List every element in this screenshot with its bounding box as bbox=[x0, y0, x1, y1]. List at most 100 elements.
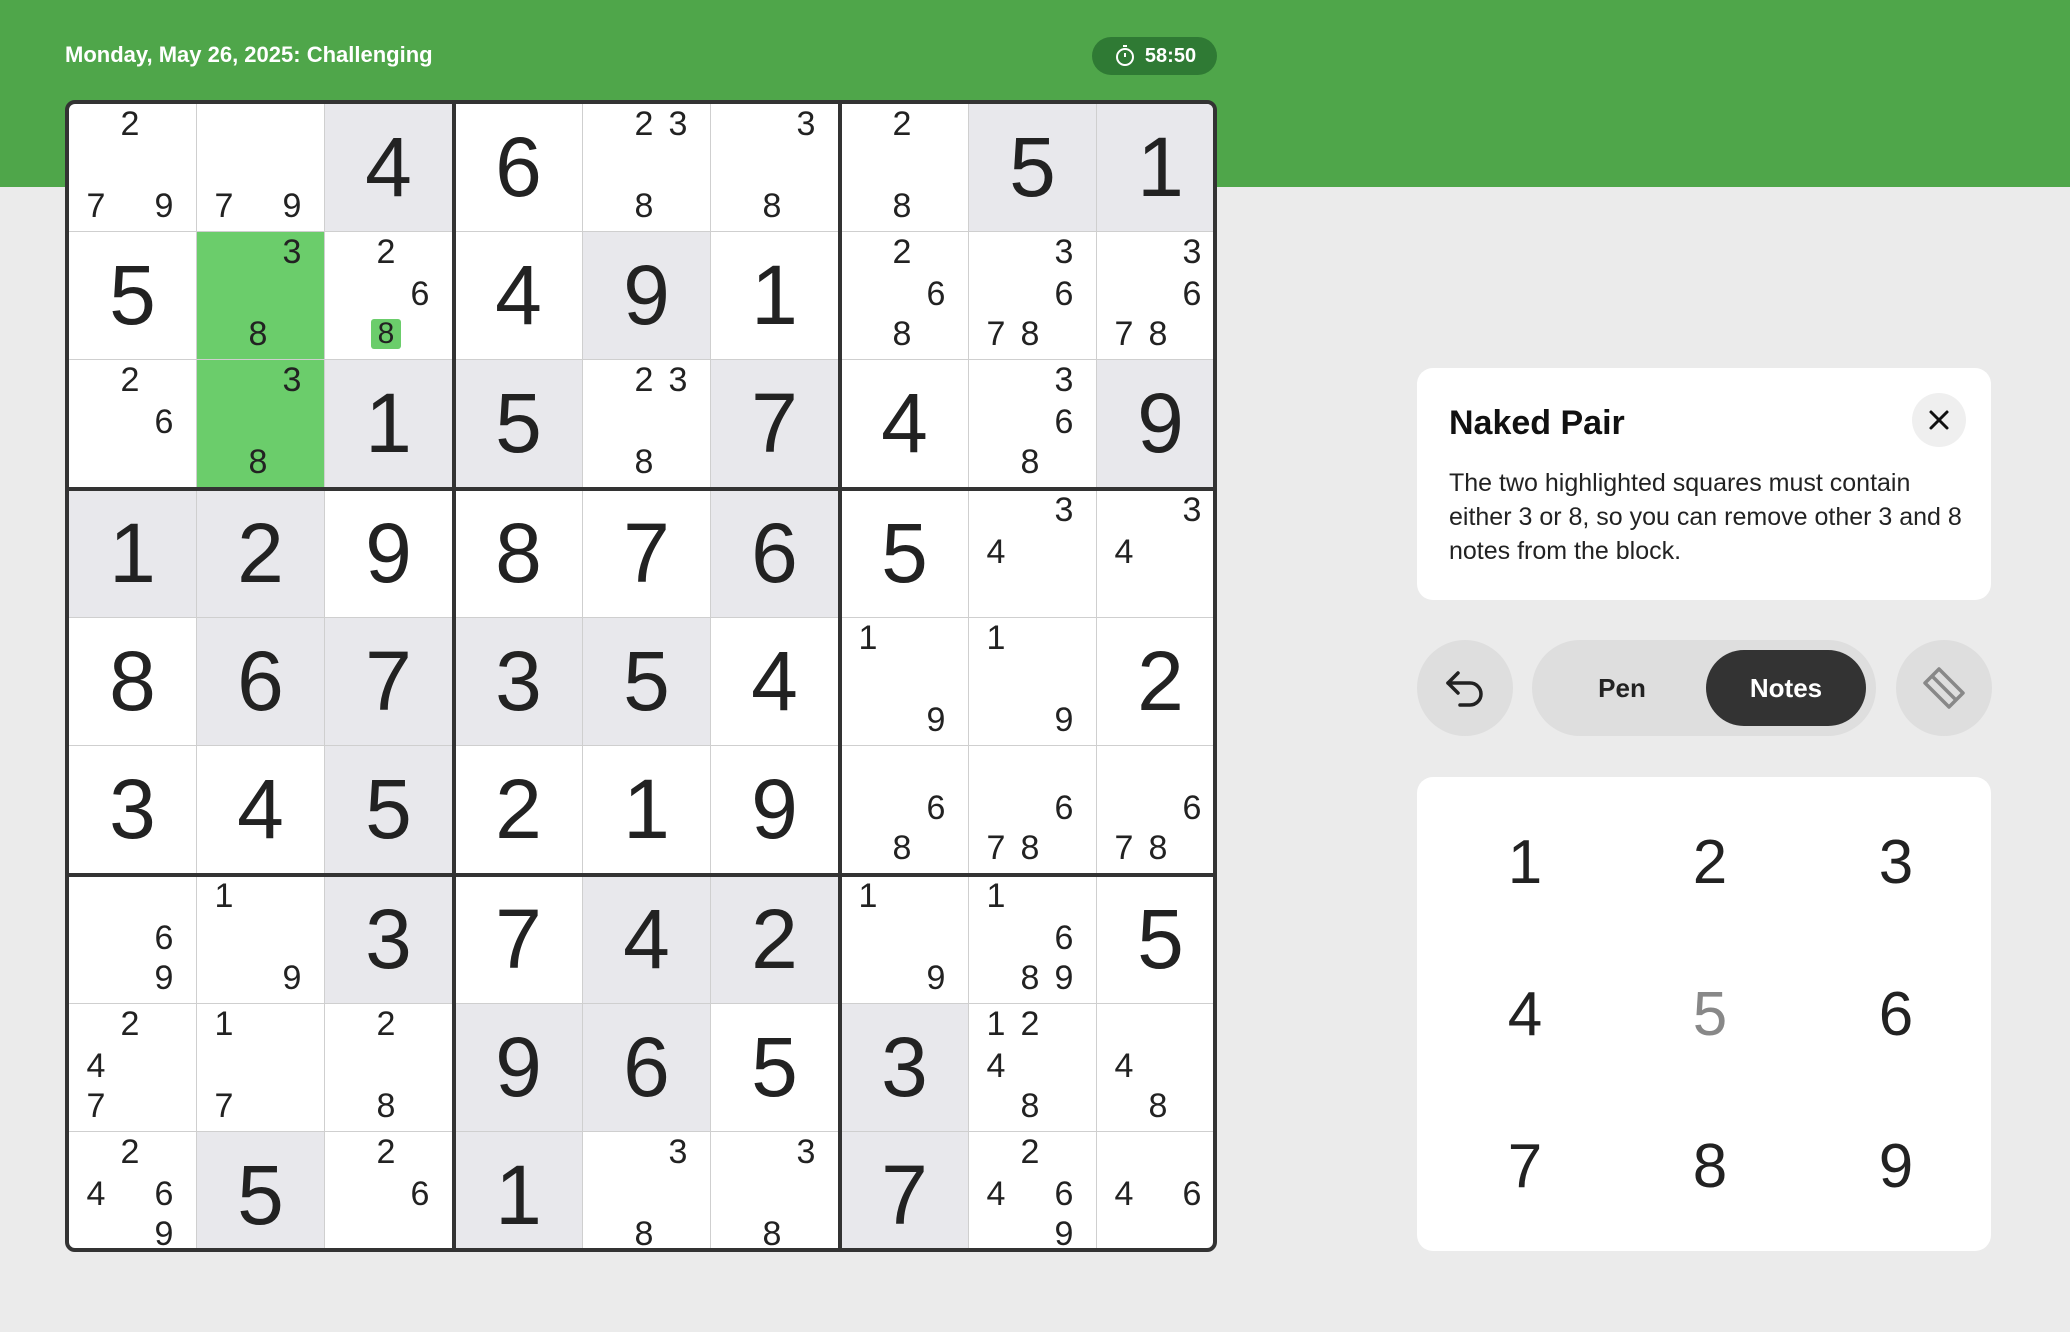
cell-r3c4[interactable]: 5 bbox=[455, 360, 583, 488]
cell-r6c7[interactable]: 68 bbox=[841, 746, 969, 874]
notes-mode-button[interactable]: Notes bbox=[1706, 650, 1866, 726]
cell-r9c6[interactable]: 38 bbox=[711, 1132, 839, 1248]
cell-r7c9[interactable]: 5 bbox=[1097, 876, 1213, 1004]
cell-r1c6[interactable]: 38 bbox=[711, 104, 839, 232]
cell-r6c8[interactable]: 6 78 bbox=[969, 746, 1097, 874]
pencil-note: 2 bbox=[634, 105, 654, 143]
numpad-key-4[interactable]: 4 bbox=[1450, 949, 1600, 1079]
cell-r8c1[interactable]: 247 bbox=[69, 1004, 197, 1132]
numpad-key-3[interactable]: 3 bbox=[1821, 797, 1971, 927]
cell-r2c3[interactable]: 268 bbox=[325, 232, 453, 360]
cell-r3c6[interactable]: 7 bbox=[711, 360, 839, 488]
numpad-key-1[interactable]: 1 bbox=[1450, 797, 1600, 927]
numpad-key-6[interactable]: 6 bbox=[1821, 949, 1971, 1079]
pencil-note: 9 bbox=[1054, 959, 1074, 997]
cell-r2c4[interactable]: 4 bbox=[455, 232, 583, 360]
cell-r7c8[interactable]: 1689 bbox=[969, 876, 1097, 1004]
cell-r8c7[interactable]: 3 bbox=[841, 1004, 969, 1132]
cell-r4c7[interactable]: 5 bbox=[841, 490, 969, 618]
cell-r9c5[interactable]: 38 bbox=[583, 1132, 711, 1248]
cell-r8c2[interactable]: 17 bbox=[197, 1004, 325, 1132]
cell-r7c4[interactable]: 7 bbox=[455, 876, 583, 1004]
cell-r4c3[interactable]: 9 bbox=[325, 490, 453, 618]
cell-r3c7[interactable]: 4 bbox=[841, 360, 969, 488]
cell-r4c8[interactable]: 34 bbox=[969, 490, 1097, 618]
cell-r9c3[interactable]: 26 bbox=[325, 1132, 453, 1248]
cell-r2c2[interactable]: 38 bbox=[197, 232, 325, 360]
cell-r6c2[interactable]: 4 bbox=[197, 746, 325, 874]
cell-r5c3[interactable]: 7 bbox=[325, 618, 453, 746]
cell-r4c1[interactable]: 1 bbox=[69, 490, 197, 618]
cell-r5c1[interactable]: 8 bbox=[69, 618, 197, 746]
cell-r5c9[interactable]: 2 bbox=[1097, 618, 1213, 746]
cell-r9c7[interactable]: 7 bbox=[841, 1132, 969, 1248]
cell-r7c5[interactable]: 4 bbox=[583, 876, 711, 1004]
cell-r3c3[interactable]: 1 bbox=[325, 360, 453, 488]
cell-r6c9[interactable]: 6 78 bbox=[1097, 746, 1213, 874]
numpad-key-8[interactable]: 8 bbox=[1635, 1101, 1785, 1231]
timer[interactable]: 58:50 bbox=[1092, 37, 1217, 75]
cell-r2c1[interactable]: 5 bbox=[69, 232, 197, 360]
cell-r7c3[interactable]: 3 bbox=[325, 876, 453, 1004]
cell-r5c4[interactable]: 3 bbox=[455, 618, 583, 746]
cell-r8c3[interactable]: 28 bbox=[325, 1004, 453, 1132]
cell-r2c5[interactable]: 9 bbox=[583, 232, 711, 360]
cell-r6c1[interactable]: 3 bbox=[69, 746, 197, 874]
cell-r6c5[interactable]: 1 bbox=[583, 746, 711, 874]
cell-value: 1 bbox=[1137, 120, 1184, 214]
cell-r1c9[interactable]: 1 bbox=[1097, 104, 1213, 232]
cell-r5c7[interactable]: 19 bbox=[841, 618, 969, 746]
cell-r4c5[interactable]: 7 bbox=[583, 490, 711, 618]
cell-r1c4[interactable]: 6 bbox=[455, 104, 583, 232]
cell-r1c5[interactable]: 23 8 bbox=[583, 104, 711, 232]
cell-r3c1[interactable]: 26 bbox=[69, 360, 197, 488]
numpad-key-5[interactable]: 5 bbox=[1635, 949, 1785, 1079]
cell-r2c6[interactable]: 1 bbox=[711, 232, 839, 360]
cell-r1c7[interactable]: 28 bbox=[841, 104, 969, 232]
cell-r3c2[interactable]: 38 bbox=[197, 360, 325, 488]
cell-r9c9[interactable]: 46 bbox=[1097, 1132, 1213, 1248]
cell-r6c6[interactable]: 9 bbox=[711, 746, 839, 874]
cell-r4c4[interactable]: 8 bbox=[455, 490, 583, 618]
cell-r3c5[interactable]: 23 8 bbox=[583, 360, 711, 488]
cell-r4c6[interactable]: 6 bbox=[711, 490, 839, 618]
cell-r7c1[interactable]: 69 bbox=[69, 876, 197, 1004]
cell-r8c8[interactable]: 1248 bbox=[969, 1004, 1097, 1132]
numpad-key-2[interactable]: 2 bbox=[1635, 797, 1785, 927]
cell-r1c8[interactable]: 5 bbox=[969, 104, 1097, 232]
cell-r1c1[interactable]: 2 7 9 bbox=[69, 104, 197, 232]
cell-r2c7[interactable]: 268 bbox=[841, 232, 969, 360]
cell-r9c8[interactable]: 24 69 bbox=[969, 1132, 1097, 1248]
cell-r2c8[interactable]: 3 6 78 bbox=[969, 232, 1097, 360]
cell-r2c9[interactable]: 3 6 78 bbox=[1097, 232, 1213, 360]
cell-r7c7[interactable]: 19 bbox=[841, 876, 969, 1004]
numpad-key-7[interactable]: 7 bbox=[1450, 1101, 1600, 1231]
undo-button[interactable] bbox=[1417, 640, 1513, 736]
numpad-key-9[interactable]: 9 bbox=[1821, 1101, 1971, 1231]
cell-r1c2[interactable]: 79 bbox=[197, 104, 325, 232]
hint-close-button[interactable] bbox=[1912, 393, 1966, 447]
cell-r7c2[interactable]: 19 bbox=[197, 876, 325, 1004]
cell-r8c6[interactable]: 5 bbox=[711, 1004, 839, 1132]
cell-r6c3[interactable]: 5 bbox=[325, 746, 453, 874]
cell-r9c1[interactable]: 24 69 bbox=[69, 1132, 197, 1248]
cell-r8c4[interactable]: 9 bbox=[455, 1004, 583, 1132]
cell-r5c8[interactable]: 19 bbox=[969, 618, 1097, 746]
cell-r8c5[interactable]: 6 bbox=[583, 1004, 711, 1132]
pen-mode-button[interactable]: Pen bbox=[1542, 650, 1702, 726]
cell-r1c3[interactable]: 4 bbox=[325, 104, 453, 232]
erase-button[interactable] bbox=[1896, 640, 1992, 736]
cell-r4c9[interactable]: 34 bbox=[1097, 490, 1213, 618]
cell-r9c4[interactable]: 1 bbox=[455, 1132, 583, 1248]
cell-r7c6[interactable]: 2 bbox=[711, 876, 839, 1004]
cell-r9c2[interactable]: 5 bbox=[197, 1132, 325, 1248]
cell-r4c2[interactable]: 2 bbox=[197, 490, 325, 618]
cell-r8c9[interactable]: 48 bbox=[1097, 1004, 1213, 1132]
cell-r5c2[interactable]: 6 bbox=[197, 618, 325, 746]
cell-r3c8[interactable]: 3 68 bbox=[969, 360, 1097, 488]
cell-r5c5[interactable]: 5 bbox=[583, 618, 711, 746]
pencil-note: 4 bbox=[1114, 533, 1134, 571]
cell-r3c9[interactable]: 9 bbox=[1097, 360, 1213, 488]
cell-r6c4[interactable]: 2 bbox=[455, 746, 583, 874]
cell-r5c6[interactable]: 4 bbox=[711, 618, 839, 746]
